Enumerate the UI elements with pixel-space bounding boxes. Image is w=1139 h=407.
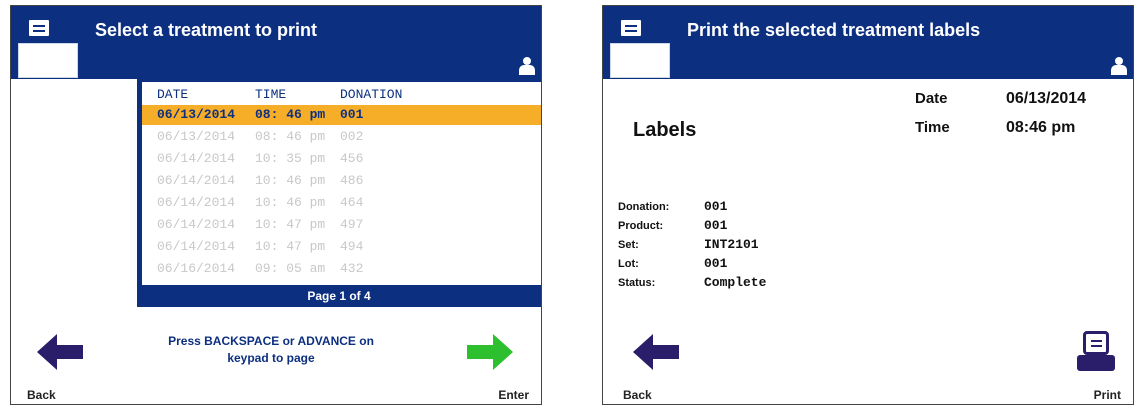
print-icon[interactable] xyxy=(1077,331,1115,371)
table-row[interactable]: 06/14/2014 10: 47 pm 497 xyxy=(142,215,541,235)
cell-donation: 456 xyxy=(340,151,364,166)
header-donation: DONATION xyxy=(340,87,403,102)
detail-label-set: Set: xyxy=(618,239,639,251)
user-icon[interactable] xyxy=(519,57,535,75)
cell-date: 06/14/2014 xyxy=(157,173,236,188)
printer-icon xyxy=(610,17,672,78)
page-indicator: Page 1 of 4 xyxy=(307,289,371,303)
back-button-label[interactable]: Back xyxy=(27,388,56,402)
paging-help-text: Press BACKSPACE or ADVANCE on keypad to … xyxy=(151,333,391,367)
print-button-label[interactable]: Print xyxy=(1094,388,1121,402)
table-row[interactable]: 06/14/2014 10: 35 pm 456 xyxy=(142,149,541,169)
table-row[interactable]: 06/14/2014 10: 47 pm 494 xyxy=(142,237,541,257)
labels-heading: Labels xyxy=(633,119,697,141)
page-title: Select a treatment to print xyxy=(95,20,318,40)
cell-time: 10: 46 pm xyxy=(255,195,326,210)
time-label: Time xyxy=(915,119,950,136)
cell-date: 06/14/2014 xyxy=(157,151,236,166)
detail-value-lot: 001 xyxy=(704,256,728,271)
detail-label-product: Product: xyxy=(618,220,664,232)
date-label: Date xyxy=(915,90,948,107)
cell-date: 06/16/2014 xyxy=(157,261,236,276)
table-row-selected[interactable]: 06/13/2014 08: 46 pm 001 xyxy=(142,105,541,125)
table-row[interactable]: 06/16/2014 09: 05 am 432 xyxy=(142,259,541,279)
detail-value-set: INT2101 xyxy=(704,237,759,252)
printer-icon xyxy=(18,17,80,78)
page-title: Print the selected treatment labels xyxy=(687,20,981,40)
back-arrow-icon[interactable] xyxy=(35,332,85,372)
cell-donation: 497 xyxy=(340,217,364,232)
back-arrow-icon[interactable] xyxy=(631,332,681,372)
cell-donation: 486 xyxy=(340,173,364,188)
table-row[interactable]: 06/13/2014 08: 46 pm 002 xyxy=(142,127,541,147)
cell-time: 10: 46 pm xyxy=(255,173,326,188)
cell-date: 06/13/2014 xyxy=(157,129,236,144)
detail-label-donation: Donation: xyxy=(618,201,670,213)
cell-donation: 494 xyxy=(340,239,364,254)
cell-date: 06/14/2014 xyxy=(157,239,236,254)
user-icon[interactable] xyxy=(1111,57,1127,75)
table-header-row: DATE TIME DONATION xyxy=(142,85,541,105)
detail-value-donation: 001 xyxy=(704,199,728,214)
date-value: 06/13/2014 xyxy=(1006,90,1087,107)
cell-time: 08: 46 pm xyxy=(255,129,326,144)
enter-arrow-icon[interactable] xyxy=(465,332,515,372)
cell-donation: 002 xyxy=(340,129,364,144)
detail-label-status: Status: xyxy=(618,277,656,289)
cell-donation: 001 xyxy=(340,107,364,122)
table-row[interactable]: 06/14/2014 10: 46 pm 486 xyxy=(142,171,541,191)
back-button-label[interactable]: Back xyxy=(623,388,652,402)
cell-time: 09: 05 am xyxy=(255,261,326,276)
detail-label-lot: Lot: xyxy=(618,258,639,270)
cell-donation: 464 xyxy=(340,195,364,210)
cell-donation: 432 xyxy=(340,261,364,276)
cell-date: 06/14/2014 xyxy=(157,217,236,232)
cell-time: 10: 47 pm xyxy=(255,239,326,254)
cell-time: 08: 46 pm xyxy=(255,107,326,122)
header: Select a treatment to print xyxy=(11,6,541,79)
cell-time: 10: 47 pm xyxy=(255,217,326,232)
detail-value-status: Complete xyxy=(704,275,767,290)
cell-date: 06/13/2014 xyxy=(157,107,236,122)
header: Print the selected treatment labels xyxy=(603,6,1133,79)
time-value: 08:46 pm xyxy=(1006,119,1076,136)
treatment-table: DATE TIME DONATION 06/13/2014 08: 46 pm … xyxy=(137,79,541,307)
print-labels-screen: Print the selected treatment labels Date… xyxy=(602,5,1134,405)
detail-value-product: 001 xyxy=(704,218,728,233)
enter-button-label[interactable]: Enter xyxy=(498,388,529,402)
help-line-2: keypad to page xyxy=(227,351,315,365)
select-treatment-screen: Select a treatment to print DATE TIME DO… xyxy=(10,5,542,405)
help-line-1: Press BACKSPACE or ADVANCE on xyxy=(168,334,374,348)
cell-time: 10: 35 pm xyxy=(255,151,326,166)
cell-date: 06/14/2014 xyxy=(157,195,236,210)
header-time: TIME xyxy=(255,87,287,102)
header-date: DATE xyxy=(157,87,189,102)
table-row[interactable]: 06/14/2014 10: 46 pm 464 xyxy=(142,193,541,213)
